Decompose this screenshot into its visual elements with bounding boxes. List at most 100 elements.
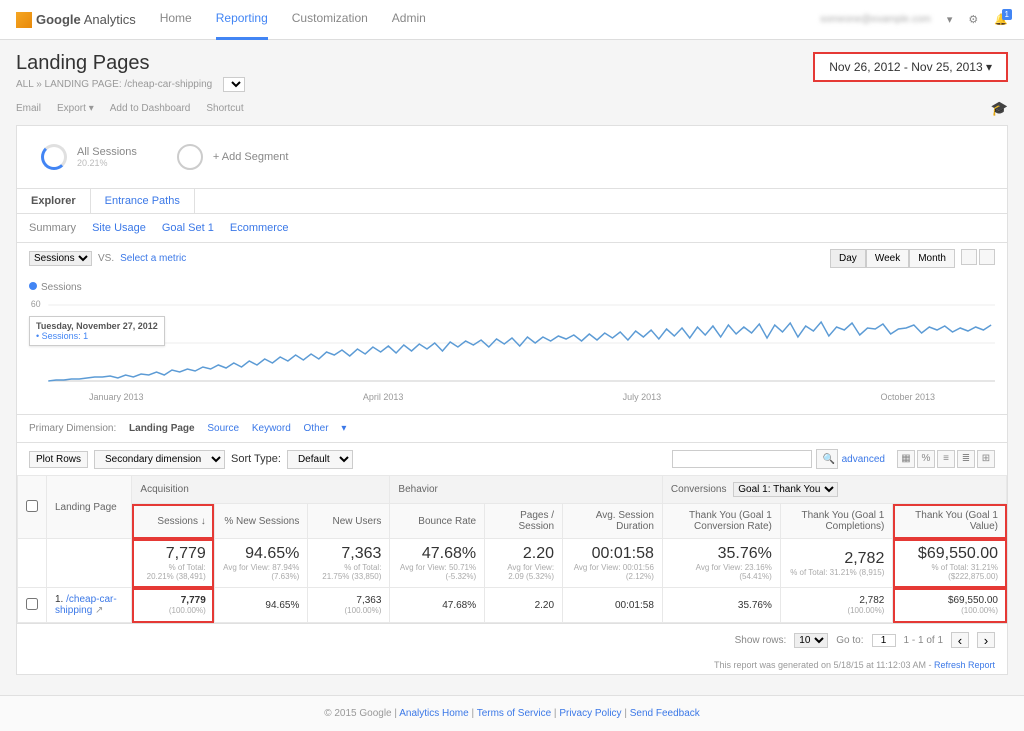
footer-privacy[interactable]: Privacy Policy bbox=[559, 708, 621, 719]
dim-other[interactable]: Other ▾ bbox=[304, 423, 347, 434]
x-label: January 2013 bbox=[89, 392, 144, 402]
chart-legend: Sessions bbox=[29, 282, 995, 293]
advanced-link[interactable]: advanced bbox=[842, 454, 885, 465]
sessions-line-chart[interactable]: 60 30 bbox=[29, 297, 995, 387]
page-title: Landing Pages bbox=[16, 52, 245, 75]
add-segment-button[interactable]: + Add Segment bbox=[177, 144, 289, 170]
svg-text:60: 60 bbox=[31, 299, 41, 309]
chart-options-icon[interactable] bbox=[979, 249, 995, 265]
col-duration[interactable]: Avg. Session Duration bbox=[563, 504, 663, 539]
col-pages[interactable]: Pages / Session bbox=[485, 504, 563, 539]
landing-page-link[interactable]: /cheap-car-shipping bbox=[55, 594, 117, 616]
tab-entrance-paths[interactable]: Entrance Paths bbox=[91, 189, 195, 213]
subtab-ecommerce[interactable]: Ecommerce bbox=[230, 222, 289, 234]
export-button[interactable]: Export ▾ bbox=[57, 103, 94, 114]
chart-tooltip: Tuesday, November 27, 2012 • Sessions: 1 bbox=[29, 316, 165, 346]
top-bar: Google Analytics Home Reporting Customiz… bbox=[0, 0, 1024, 40]
x-label: July 2013 bbox=[623, 392, 662, 402]
education-icon[interactable]: 🎓 bbox=[991, 100, 1008, 117]
footer-tos[interactable]: Terms of Service bbox=[477, 708, 551, 719]
sort-type-select[interactable]: Default bbox=[287, 450, 353, 469]
subtab-site-usage[interactable]: Site Usage bbox=[92, 222, 146, 234]
col-value[interactable]: Thank You (Goal 1 Value) bbox=[893, 504, 1007, 539]
view-perf-icon[interactable]: ≡ bbox=[937, 450, 955, 468]
pager-next[interactable]: › bbox=[977, 632, 995, 648]
plot-rows-button[interactable]: Plot Rows bbox=[29, 451, 88, 468]
goal-select[interactable]: Goal 1: Thank You bbox=[733, 482, 838, 497]
date-range-picker[interactable]: Nov 26, 2012 - Nov 25, 2013 ▾ bbox=[813, 52, 1008, 82]
table-search-input[interactable] bbox=[672, 450, 812, 468]
view-pivot-icon[interactable]: ⊞ bbox=[977, 450, 995, 468]
group-conversions: Conversions Goal 1: Thank You bbox=[662, 476, 1006, 504]
notification-badge: 1 bbox=[1002, 9, 1012, 20]
account-email[interactable]: someone@example.com bbox=[820, 14, 931, 25]
report-card: All Sessions 20.21% + Add Segment Explor… bbox=[16, 125, 1008, 675]
select-all-checkbox[interactable] bbox=[26, 500, 38, 512]
add-dashboard-button[interactable]: Add to Dashboard bbox=[110, 103, 191, 114]
circle-empty-icon bbox=[177, 144, 203, 170]
segment-all-sessions[interactable]: All Sessions 20.21% bbox=[41, 144, 137, 170]
notifications-icon[interactable]: 🔔1 bbox=[994, 13, 1008, 26]
gear-icon[interactable]: ⚙ bbox=[968, 13, 978, 26]
page-toolbar: Email Export ▾ Add to Dashboard Shortcut… bbox=[16, 100, 1008, 117]
chart-type-icon[interactable] bbox=[961, 249, 977, 265]
pager-range: 1 - 1 of 1 bbox=[904, 635, 943, 646]
col-sessions[interactable]: Sessions ↓ bbox=[132, 504, 214, 539]
gran-day[interactable]: Day bbox=[830, 249, 866, 268]
totals-row: 7,779% of Total: 20.21% (38,491) 94.65%A… bbox=[18, 539, 1007, 588]
breadcrumb: ALL » LANDING PAGE: /cheap-car-shipping bbox=[16, 77, 245, 92]
nav-home[interactable]: Home bbox=[160, 0, 192, 40]
crumb-select[interactable] bbox=[223, 77, 245, 92]
footer-feedback[interactable]: Send Feedback bbox=[630, 708, 700, 719]
shortcut-button[interactable]: Shortcut bbox=[206, 103, 243, 114]
subtab-goal-set[interactable]: Goal Set 1 bbox=[162, 222, 214, 234]
gran-month[interactable]: Month bbox=[909, 249, 955, 268]
subtab-summary[interactable]: Summary bbox=[29, 222, 76, 234]
ga-logo-icon bbox=[16, 12, 32, 28]
refresh-report-link[interactable]: Refresh Report bbox=[934, 660, 995, 670]
segment-label: All Sessions bbox=[77, 146, 137, 158]
col-landing[interactable]: Landing Page bbox=[47, 476, 132, 539]
dim-source[interactable]: Source bbox=[207, 423, 239, 434]
logo: Google Analytics bbox=[16, 12, 136, 28]
external-link-icon[interactable]: ↗ bbox=[95, 605, 103, 616]
group-behavior: Behavior bbox=[390, 476, 662, 504]
col-new-users[interactable]: New Users bbox=[308, 504, 390, 539]
secondary-dimension[interactable]: Secondary dimension bbox=[94, 450, 225, 469]
goto-input[interactable] bbox=[872, 634, 896, 647]
search-icon[interactable]: 🔍 bbox=[816, 449, 838, 469]
x-label: April 2013 bbox=[363, 392, 404, 402]
primary-dimension: Primary Dimension: Landing Page Source K… bbox=[17, 414, 1007, 442]
row-checkbox[interactable] bbox=[26, 598, 38, 610]
col-cr[interactable]: Thank You (Goal 1 Conversion Rate) bbox=[662, 504, 780, 539]
dim-landing[interactable]: Landing Page bbox=[129, 423, 195, 434]
footer-home[interactable]: Analytics Home bbox=[399, 708, 468, 719]
chevron-down-icon[interactable]: ▾ bbox=[947, 13, 953, 26]
col-new-sessions[interactable]: % New Sessions bbox=[214, 504, 308, 539]
col-bounce[interactable]: Bounce Rate bbox=[390, 504, 485, 539]
view-table-icon[interactable]: ▦ bbox=[897, 450, 915, 468]
nav-admin[interactable]: Admin bbox=[392, 0, 426, 40]
rows-select[interactable]: 10 bbox=[794, 633, 828, 648]
metric-select[interactable]: Sessions bbox=[29, 251, 92, 266]
col-completions[interactable]: Thank You (Goal 1 Completions) bbox=[780, 504, 893, 539]
dim-keyword[interactable]: Keyword bbox=[252, 423, 291, 434]
view-percent-icon[interactable]: % bbox=[917, 450, 935, 468]
view-compare-icon[interactable]: ≣ bbox=[957, 450, 975, 468]
footer: © 2015 Google | Analytics Home | Terms o… bbox=[0, 695, 1024, 731]
pager: Show rows: 10 Go to: 1 - 1 of 1 ‹ › bbox=[17, 623, 1007, 656]
email-button[interactable]: Email bbox=[16, 103, 41, 114]
logo-text: Google Analytics bbox=[36, 12, 136, 27]
group-acquisition: Acquisition bbox=[132, 476, 390, 504]
nav-customization[interactable]: Customization bbox=[292, 0, 368, 40]
select-metric-link[interactable]: Select a metric bbox=[120, 253, 186, 264]
gran-week[interactable]: Week bbox=[866, 249, 909, 268]
tab-explorer[interactable]: Explorer bbox=[17, 189, 91, 213]
chart-area: Sessions 60 30 Tuesday, November 27, 201… bbox=[17, 274, 1007, 414]
pager-prev[interactable]: ‹ bbox=[951, 632, 969, 648]
table-row: 1. /cheap-car-shipping ↗ 7,779(100.00%) … bbox=[18, 588, 1007, 623]
nav-reporting[interactable]: Reporting bbox=[216, 0, 268, 40]
legend-dot-icon bbox=[29, 282, 37, 290]
vs-label: VS. bbox=[98, 253, 114, 264]
x-label: October 2013 bbox=[880, 392, 935, 402]
